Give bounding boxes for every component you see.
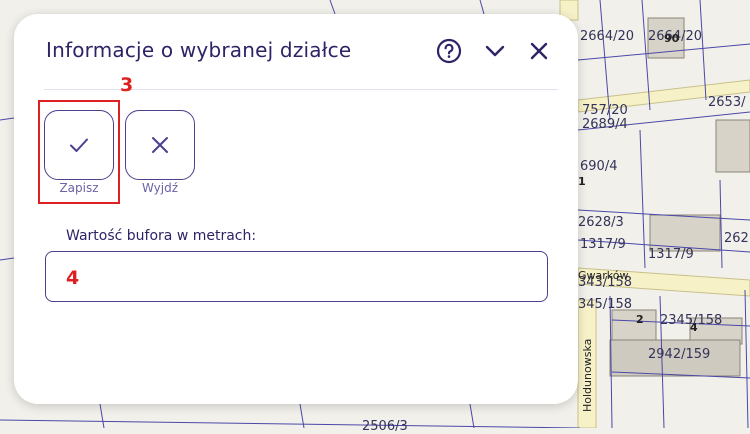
chevron-down-icon xyxy=(485,45,505,57)
help-circle-icon xyxy=(436,38,462,64)
building-number: 2 xyxy=(636,313,644,326)
street-name: Holdunowska xyxy=(581,338,594,412)
parcel-label: 1317/9 xyxy=(648,247,694,262)
parcel-info-panel: Informacje o wybranej działce Zapisz Wyj xyxy=(14,14,578,404)
parcel-label: 2664/20 xyxy=(580,29,635,44)
exit-button[interactable] xyxy=(125,110,195,180)
buffer-label: Wartość bufora w metrach: xyxy=(66,228,257,244)
close-icon xyxy=(530,42,548,60)
exit-label: Wyjdź xyxy=(141,181,178,195)
parcel-label: 757/20 xyxy=(582,103,628,118)
annotation-marker-4: 4 xyxy=(66,267,80,289)
parcel-label: 2628/3 xyxy=(578,215,624,230)
parcel-label: 262 xyxy=(724,231,749,246)
close-icon xyxy=(152,137,168,153)
parcel-label: 2689/4 xyxy=(582,117,628,132)
street-name: Gwarków xyxy=(578,269,629,282)
help-button[interactable] xyxy=(434,36,464,66)
building-number: 90 xyxy=(664,32,680,45)
close-button[interactable] xyxy=(524,36,554,66)
parcel-label: 2506/3 xyxy=(362,419,408,434)
annotation-highlight-box xyxy=(38,100,120,204)
building-number: 1 xyxy=(578,175,586,188)
parcel-label: 690/4 xyxy=(580,159,618,174)
building-number: 4 xyxy=(690,321,698,334)
parcel-label: 345/158 xyxy=(578,297,633,312)
parcel-label: 2942/159 xyxy=(648,347,711,362)
buffer-input[interactable] xyxy=(45,251,548,302)
parcel-label: 2653/ xyxy=(708,95,746,110)
collapse-button[interactable] xyxy=(480,36,510,66)
parcel-label: 1317/9 xyxy=(580,237,626,252)
annotation-marker-3: 3 xyxy=(120,74,134,96)
panel-title: Informacje o wybranej działce xyxy=(46,38,352,62)
